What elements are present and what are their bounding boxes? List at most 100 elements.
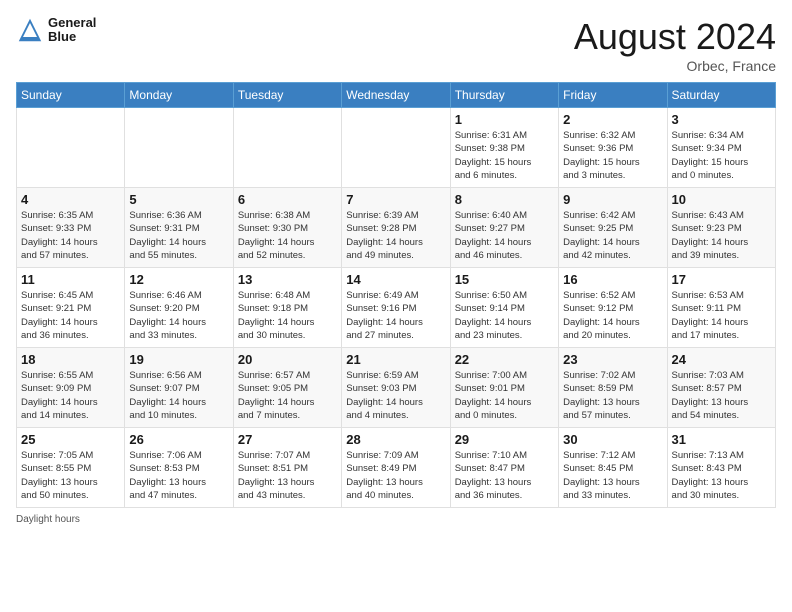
calendar-cell: 9 Sunrise: 6:42 AM Sunset: 9:25 PM Daylig… bbox=[559, 188, 667, 268]
day-number: 18 bbox=[21, 352, 120, 367]
logo-line2: Blue bbox=[48, 30, 96, 44]
day-info: Sunrise: 7:10 AM Sunset: 8:47 PM Dayligh… bbox=[455, 449, 554, 502]
day-number: 31 bbox=[672, 432, 771, 447]
calendar-cell: 8Sunrise: 6:40 AM Sunset: 9:27 PM Daylig… bbox=[450, 188, 558, 268]
day-number: 29 bbox=[455, 432, 554, 447]
day-info: Sunrise: 6:52 AM Sunset: 9:12 PM Dayligh… bbox=[563, 289, 662, 342]
calendar-cell: 26 Sunrise: 7:06 AM Sunset: 8:53 PM Dayli… bbox=[125, 428, 233, 508]
calendar-cell: 15Sunrise: 6:50 AM Sunset: 9:14 PM Dayli… bbox=[450, 268, 558, 348]
day-info: Sunrise: 6:38 AM Sunset: 9:30 PM Dayligh… bbox=[238, 209, 337, 262]
day-number: 16 bbox=[563, 272, 662, 287]
day-number: 30 bbox=[563, 432, 662, 447]
calendar-cell bbox=[233, 108, 341, 188]
day-info: Sunrise: 7:13 AM Sunset: 8:43 PM Dayligh… bbox=[672, 449, 771, 502]
calendar-footer: Daylight hours bbox=[16, 514, 776, 525]
day-info: Sunrise: 7:09 AM Sunset: 8:49 PM Dayligh… bbox=[346, 449, 445, 502]
day-info: Sunrise: 6:31 AM Sunset: 9:38 PM Dayligh… bbox=[455, 129, 554, 182]
day-info: Sunrise: 6:57 AM Sunset: 9:05 PM Dayligh… bbox=[238, 369, 337, 422]
calendar-cell: 31 Sunrise: 7:13 AM Sunset: 8:43 PM Dayli… bbox=[667, 428, 775, 508]
day-number: 22 bbox=[455, 352, 554, 367]
day-info: Sunrise: 7:00 AM Sunset: 9:01 PM Dayligh… bbox=[455, 369, 554, 422]
calendar-table: SundayMondayTuesdayWednesdayThursdayFrid… bbox=[16, 82, 776, 508]
logo-line1: General bbox=[48, 16, 96, 30]
day-info: Sunrise: 7:12 AM Sunset: 8:45 PM Dayligh… bbox=[563, 449, 662, 502]
day-info: Sunrise: 6:48 AM Sunset: 9:18 PM Dayligh… bbox=[238, 289, 337, 342]
day-number: 7 bbox=[346, 192, 445, 207]
col-header-monday: Monday bbox=[125, 83, 233, 108]
calendar-cell: 17Sunrise: 6:53 AM Sunset: 9:11 PM Dayli… bbox=[667, 268, 775, 348]
day-info: Sunrise: 7:02 AM Sunset: 8:59 PM Dayligh… bbox=[563, 369, 662, 422]
calendar-cell: 28Sunrise: 7:09 AM Sunset: 8:49 PM Dayli… bbox=[342, 428, 450, 508]
day-info: Sunrise: 7:06 AM Sunset: 8:53 PM Dayligh… bbox=[129, 449, 228, 502]
calendar-week-row: 1Sunrise: 6:31 AM Sunset: 9:38 PM Daylig… bbox=[17, 108, 776, 188]
calendar-cell bbox=[17, 108, 125, 188]
calendar-cell: 27 Sunrise: 7:07 AM Sunset: 8:51 PM Dayli… bbox=[233, 428, 341, 508]
day-number: 12 bbox=[129, 272, 228, 287]
day-number: 26 bbox=[129, 432, 228, 447]
page-header: General Blue August 2024 Orbec, France bbox=[16, 16, 776, 74]
calendar-cell: 21 Sunrise: 6:59 AM Sunset: 9:03 PM Dayli… bbox=[342, 348, 450, 428]
day-number: 6 bbox=[238, 192, 337, 207]
calendar-cell: 30 Sunrise: 7:12 AM Sunset: 8:45 PM Dayli… bbox=[559, 428, 667, 508]
day-info: Sunrise: 6:49 AM Sunset: 9:16 PM Dayligh… bbox=[346, 289, 445, 342]
daylight-legend: Daylight hours bbox=[16, 514, 80, 525]
day-info: Sunrise: 6:59 AM Sunset: 9:03 PM Dayligh… bbox=[346, 369, 445, 422]
calendar-cell: 13 Sunrise: 6:48 AM Sunset: 9:18 PM Dayli… bbox=[233, 268, 341, 348]
col-header-sunday: Sunday bbox=[17, 83, 125, 108]
col-header-tuesday: Tuesday bbox=[233, 83, 341, 108]
calendar-cell: 18 Sunrise: 6:55 AM Sunset: 9:09 PM Dayli… bbox=[17, 348, 125, 428]
day-info: Sunrise: 6:42 AM Sunset: 9:25 PM Dayligh… bbox=[563, 209, 662, 262]
day-number: 10 bbox=[672, 192, 771, 207]
calendar-cell: 1Sunrise: 6:31 AM Sunset: 9:38 PM Daylig… bbox=[450, 108, 558, 188]
day-info: Sunrise: 7:07 AM Sunset: 8:51 PM Dayligh… bbox=[238, 449, 337, 502]
calendar-cell: 10 Sunrise: 6:43 AM Sunset: 9:23 PM Dayli… bbox=[667, 188, 775, 268]
month-year: August 2024 bbox=[574, 16, 776, 58]
day-number: 2 bbox=[563, 112, 662, 127]
calendar-cell: 5Sunrise: 6:36 AM Sunset: 9:31 PM Daylig… bbox=[125, 188, 233, 268]
calendar-header-row: SundayMondayTuesdayWednesdayThursdayFrid… bbox=[17, 83, 776, 108]
day-info: Sunrise: 6:36 AM Sunset: 9:31 PM Dayligh… bbox=[129, 209, 228, 262]
day-number: 17 bbox=[672, 272, 771, 287]
day-number: 13 bbox=[238, 272, 337, 287]
day-number: 19 bbox=[129, 352, 228, 367]
col-header-friday: Friday bbox=[559, 83, 667, 108]
col-header-wednesday: Wednesday bbox=[342, 83, 450, 108]
day-info: Sunrise: 6:50 AM Sunset: 9:14 PM Dayligh… bbox=[455, 289, 554, 342]
calendar-cell bbox=[125, 108, 233, 188]
day-info: Sunrise: 6:56 AM Sunset: 9:07 PM Dayligh… bbox=[129, 369, 228, 422]
calendar-cell: 3Sunrise: 6:34 AM Sunset: 9:34 PM Daylig… bbox=[667, 108, 775, 188]
daylight-label: Daylight hours bbox=[16, 514, 80, 525]
day-info: Sunrise: 6:55 AM Sunset: 9:09 PM Dayligh… bbox=[21, 369, 120, 422]
day-info: Sunrise: 6:46 AM Sunset: 9:20 PM Dayligh… bbox=[129, 289, 228, 342]
day-number: 27 bbox=[238, 432, 337, 447]
calendar-cell: 29 Sunrise: 7:10 AM Sunset: 8:47 PM Dayli… bbox=[450, 428, 558, 508]
calendar-week-row: 4Sunrise: 6:35 AM Sunset: 9:33 PM Daylig… bbox=[17, 188, 776, 268]
day-info: Sunrise: 6:45 AM Sunset: 9:21 PM Dayligh… bbox=[21, 289, 120, 342]
day-number: 21 bbox=[346, 352, 445, 367]
location: Orbec, France bbox=[574, 58, 776, 74]
title-block: August 2024 Orbec, France bbox=[574, 16, 776, 74]
day-number: 8 bbox=[455, 192, 554, 207]
day-number: 11 bbox=[21, 272, 120, 287]
day-number: 24 bbox=[672, 352, 771, 367]
day-info: Sunrise: 7:03 AM Sunset: 8:57 PM Dayligh… bbox=[672, 369, 771, 422]
calendar-cell: 11 Sunrise: 6:45 AM Sunset: 9:21 PM Dayli… bbox=[17, 268, 125, 348]
col-header-thursday: Thursday bbox=[450, 83, 558, 108]
day-info: Sunrise: 7:05 AM Sunset: 8:55 PM Dayligh… bbox=[21, 449, 120, 502]
calendar-cell: 22 Sunrise: 7:00 AM Sunset: 9:01 PM Dayli… bbox=[450, 348, 558, 428]
logo-text: General Blue bbox=[48, 16, 96, 45]
calendar-cell: 14Sunrise: 6:49 AM Sunset: 9:16 PM Dayli… bbox=[342, 268, 450, 348]
calendar-week-row: 18 Sunrise: 6:55 AM Sunset: 9:09 PM Dayli… bbox=[17, 348, 776, 428]
day-info: Sunrise: 6:43 AM Sunset: 9:23 PM Dayligh… bbox=[672, 209, 771, 262]
day-info: Sunrise: 6:39 AM Sunset: 9:28 PM Dayligh… bbox=[346, 209, 445, 262]
calendar-cell: 24 Sunrise: 7:03 AM Sunset: 8:57 PM Dayli… bbox=[667, 348, 775, 428]
day-number: 4 bbox=[21, 192, 120, 207]
calendar-cell: 19 Sunrise: 6:56 AM Sunset: 9:07 PM Dayli… bbox=[125, 348, 233, 428]
calendar-cell: 16 Sunrise: 6:52 AM Sunset: 9:12 PM Dayli… bbox=[559, 268, 667, 348]
calendar-cell: 6 Sunrise: 6:38 AM Sunset: 9:30 PM Daylig… bbox=[233, 188, 341, 268]
col-header-saturday: Saturday bbox=[667, 83, 775, 108]
day-number: 3 bbox=[672, 112, 771, 127]
calendar-cell: 25Sunrise: 7:05 AM Sunset: 8:55 PM Dayli… bbox=[17, 428, 125, 508]
day-number: 9 bbox=[563, 192, 662, 207]
calendar-week-row: 11 Sunrise: 6:45 AM Sunset: 9:21 PM Dayli… bbox=[17, 268, 776, 348]
